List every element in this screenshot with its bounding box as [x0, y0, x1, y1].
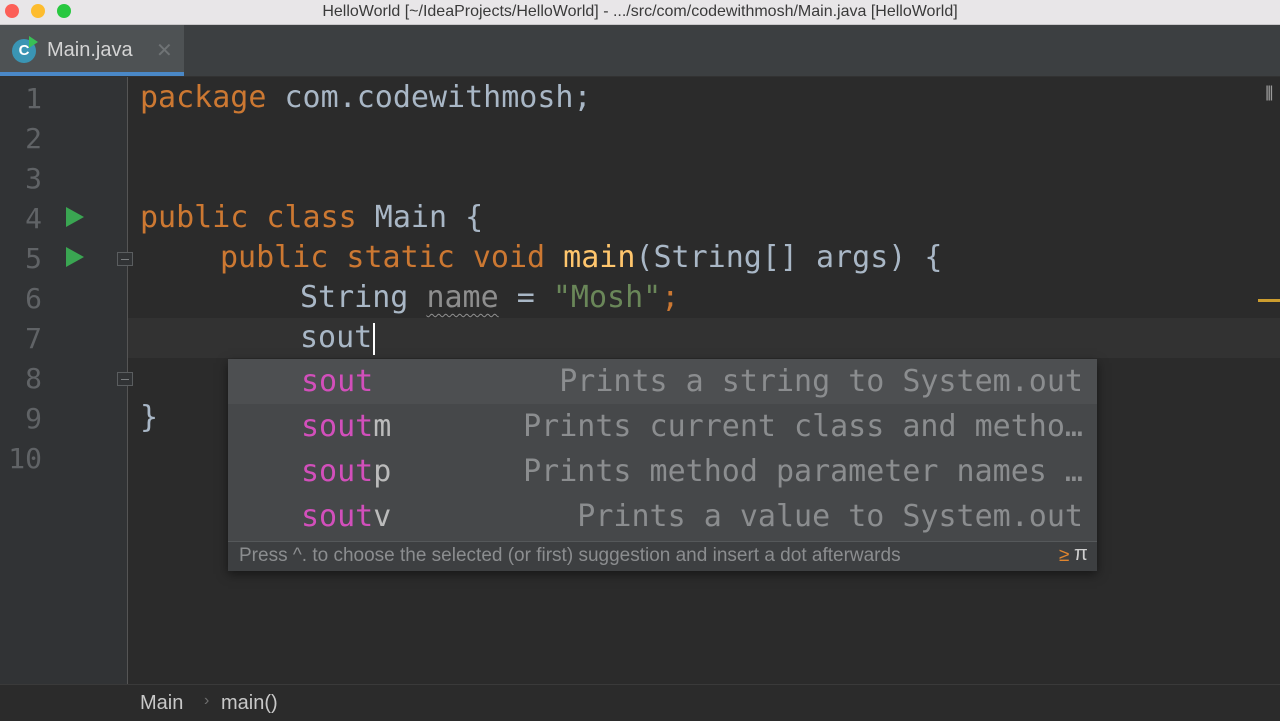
line-number: 5 — [25, 242, 42, 275]
code-line-1[interactable]: package com.codewithmosh; — [140, 78, 592, 118]
typed-text: sout — [300, 320, 373, 355]
title-bar: HelloWorld [~/IdeaProjects/HelloWorld] -… — [0, 0, 1280, 25]
code-line-9[interactable]: } — [140, 398, 158, 438]
completion-description: Prints current class and metho… — [523, 409, 1083, 444]
editor-tab-bar: C Main.java ✕ — [0, 25, 1280, 77]
line-number: 2 — [25, 122, 42, 155]
inspection-widget-icon[interactable]: ||| — [1265, 84, 1274, 102]
line-number: 3 — [25, 162, 42, 195]
fold-icon[interactable] — [117, 372, 133, 386]
completion-name: sout — [301, 364, 374, 399]
unused-variable: name — [426, 280, 499, 315]
tab-main-java[interactable]: C Main.java ✕ — [0, 25, 184, 76]
completion-description: Prints a string to System.out — [559, 364, 1083, 399]
completion-name: soutp — [301, 454, 392, 489]
breadcrumb-method[interactable]: main() — [221, 692, 278, 715]
completion-item[interactable]: soutv Prints a value to System.out — [228, 494, 1097, 539]
completion-item[interactable]: sout Prints a string to System.out — [228, 359, 1097, 404]
package-name: com.codewithmosh; — [266, 80, 592, 115]
assignment: = — [498, 280, 553, 315]
completion-footer: Press ^. to choose the selected (or firs… — [228, 541, 1097, 571]
pi-icon[interactable]: π — [1074, 543, 1088, 566]
completion-name: soutv — [301, 499, 392, 534]
breadcrumb: Main › main() — [0, 684, 1280, 721]
run-main-icon[interactable] — [66, 247, 84, 267]
code-line-5[interactable]: public static void main(String[] args) { — [220, 238, 942, 278]
warning-scroll-marker[interactable] — [1258, 299, 1280, 302]
keyword: public static void — [220, 240, 546, 275]
run-class-icon[interactable] — [66, 207, 84, 227]
line-number: 1 — [25, 82, 42, 115]
line-number: 7 — [25, 322, 42, 355]
active-tab-indicator — [0, 72, 184, 76]
fold-icon[interactable] — [117, 252, 133, 266]
line-number: 9 — [25, 402, 42, 435]
completion-name: soutm — [301, 409, 392, 444]
line-number: 4 — [25, 202, 42, 235]
closing-brace: } — [140, 400, 159, 435]
method-name: main — [563, 240, 636, 275]
string-literal: "Mosh" — [552, 280, 662, 315]
runnable-badge-icon — [29, 36, 38, 48]
completion-hint: Press ^. to choose the selected (or firs… — [239, 545, 901, 566]
semicolon: ; — [661, 280, 680, 315]
completion-item[interactable]: soutp Prints method parameter names … — [228, 449, 1097, 494]
more-options-link[interactable]: ≥ — [1059, 545, 1069, 567]
code-line-7[interactable]: sout — [300, 318, 376, 358]
code-line-4[interactable]: public class Main { — [140, 198, 483, 238]
editor-gutter: 1 2 3 4 5 6 7 8 9 10 — [0, 77, 133, 684]
window-title: HelloWorld [~/IdeaProjects/HelloWorld] -… — [322, 3, 958, 20]
breadcrumb-separator: › — [204, 692, 210, 709]
keyword: package — [140, 80, 267, 115]
code-completion-popup: sout Prints a string to System.out soutm… — [228, 359, 1097, 571]
tab-label: Main.java — [47, 39, 133, 61]
type-name: String — [300, 280, 409, 315]
line-number: 10 — [8, 442, 42, 475]
keyword: public class — [140, 200, 357, 235]
breadcrumb-class[interactable]: Main — [140, 692, 183, 715]
text-caret — [373, 322, 376, 355]
class-declaration: Main { — [356, 200, 484, 235]
completion-item[interactable]: soutm Prints current class and metho… — [228, 404, 1097, 449]
code-line-6[interactable]: String name = "Mosh"; — [300, 278, 679, 318]
completion-description: Prints a value to System.out — [577, 499, 1083, 534]
close-tab-icon[interactable]: ✕ — [156, 38, 173, 63]
line-number: 8 — [25, 362, 42, 395]
method-signature: (String[] args) { — [635, 240, 943, 275]
completion-description: Prints method parameter names … — [523, 454, 1083, 489]
line-number: 6 — [25, 282, 42, 315]
